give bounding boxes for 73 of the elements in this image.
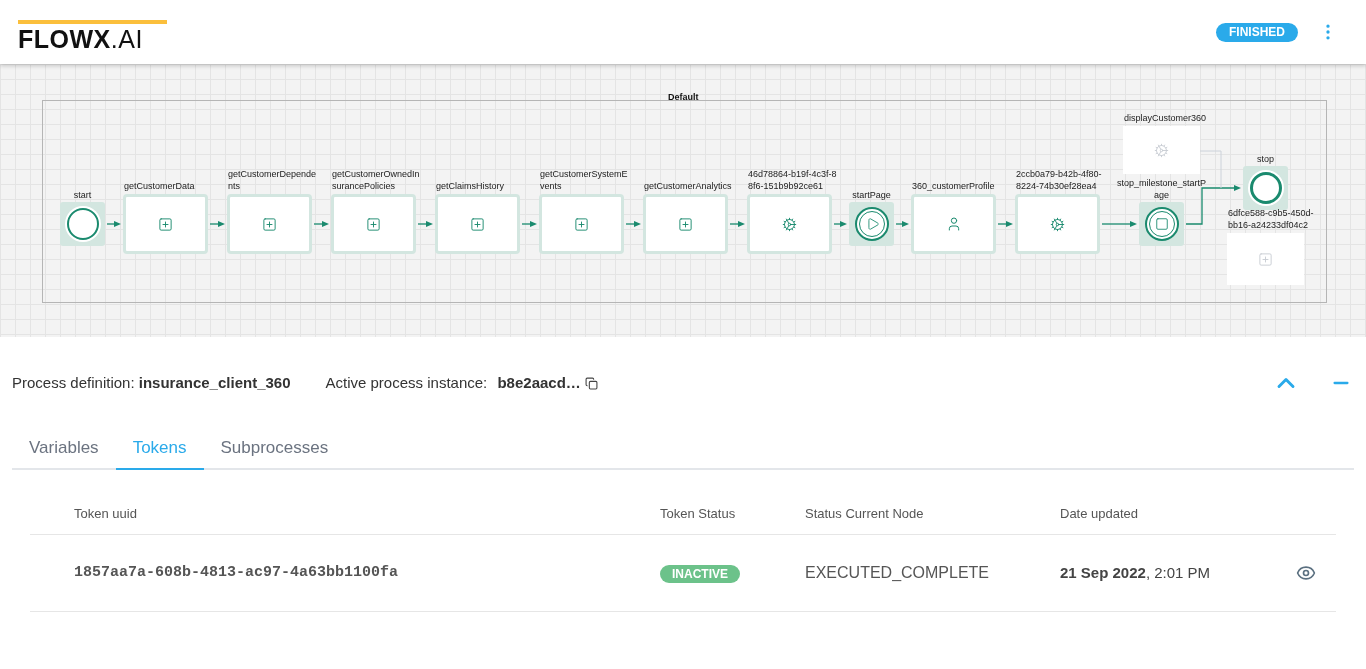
event-node[interactable] — [1139, 202, 1184, 246]
gear-icon — [1154, 142, 1169, 158]
task-node[interactable] — [643, 194, 728, 254]
gear-icon — [782, 216, 797, 232]
token-uuid: 1857aa7a-608b-4813-ac97-4a63bb1100fa — [74, 562, 400, 583]
pool-label: Default — [668, 91, 699, 104]
process-instance: Active process instance: b8e2aacd… — [325, 372, 581, 393]
node-label: getCustomerDependents — [228, 168, 318, 192]
connector-arrow — [997, 221, 1013, 227]
end-event-icon — [1249, 172, 1282, 204]
node-label: getCustomerAnalytics — [644, 180, 733, 192]
node-label: getCustomerData — [124, 180, 196, 192]
connector-arrow — [417, 221, 433, 227]
event-node[interactable] — [849, 202, 894, 246]
plus-square-icon — [470, 216, 485, 232]
node-label: getCustomerOwnedInsurancePolicies — [332, 168, 421, 192]
node-label: stop_milestone_startPage — [1115, 177, 1207, 201]
event-node[interactable] — [1243, 166, 1288, 210]
task-node[interactable] — [331, 194, 416, 254]
connector-arrow — [833, 221, 847, 227]
view-icon[interactable] — [1296, 563, 1316, 583]
plus-square-icon — [1258, 251, 1273, 267]
connector-arrow — [1101, 221, 1137, 227]
connector-arrow — [729, 221, 745, 227]
node-label: 46d78864-b19f-4c3f-88f6-151b9b92ce61 — [748, 168, 838, 192]
node-label: getClaimsHistory — [436, 180, 505, 192]
stop-event-icon — [1144, 207, 1179, 241]
node-label: stop — [1256, 153, 1275, 165]
date-updated: 21 Sep 2022, 2:01 PM — [1060, 562, 1212, 583]
task-node[interactable] — [1227, 233, 1304, 285]
plus-square-icon — [366, 216, 381, 232]
node-status-text: EXECUTED_COMPLETE — [805, 563, 991, 583]
column-header: Status Current Node — [805, 504, 925, 523]
column-header: Token uuid — [74, 504, 138, 523]
connector-arrow — [209, 221, 225, 227]
tab[interactable]: Subprocesses — [203, 427, 346, 470]
node-label: displayCustomer360 — [1124, 112, 1208, 124]
connector-arrow — [895, 221, 909, 227]
plus-square-icon — [262, 216, 277, 232]
task-node[interactable] — [747, 194, 832, 254]
copy-icon[interactable] — [584, 376, 598, 390]
column-header: Date updated — [1060, 504, 1140, 523]
tab[interactable]: Tokens — [115, 427, 204, 470]
column-header: Token Status — [660, 504, 737, 523]
connector-arrow — [313, 221, 329, 227]
status-badge: INACTIVE — [660, 565, 740, 583]
task-node[interactable] — [123, 194, 208, 254]
node-label: startPage — [851, 189, 892, 201]
task-node[interactable] — [911, 194, 996, 254]
plus-square-icon — [158, 216, 173, 232]
node-label: 2ccb0a79-b42b-4f80-8224-74b30ef28ea4 — [1016, 168, 1103, 192]
node-label: 360_customerProfile — [912, 180, 996, 192]
connector-arrow — [521, 221, 537, 227]
plus-square-icon — [678, 216, 693, 232]
gear-icon — [1050, 216, 1065, 232]
task-node[interactable] — [227, 194, 312, 254]
connector-arrow — [106, 221, 121, 227]
process-definition: Process definition: insurance_client_360 — [12, 372, 291, 393]
status-badge: FINISHED — [1216, 22, 1298, 42]
start-event-icon — [66, 208, 99, 240]
task-node[interactable] — [1123, 126, 1200, 174]
task-node[interactable] — [539, 194, 624, 254]
plus-square-icon — [574, 216, 589, 232]
event-node[interactable] — [60, 202, 105, 246]
node-label: 6dfce588-c9b5-450d-bb16-a24233df04c2 — [1228, 207, 1315, 231]
task-node[interactable] — [1015, 194, 1100, 254]
node-label: getCustomerSystemEvents — [540, 168, 629, 192]
connector-arrow — [625, 221, 641, 227]
task-node[interactable] — [435, 194, 520, 254]
logo[interactable]: FLOWX.AI — [18, 26, 167, 51]
play-event-icon — [854, 207, 889, 241]
node-label: start — [72, 189, 93, 201]
tab[interactable]: Variables — [12, 427, 116, 470]
